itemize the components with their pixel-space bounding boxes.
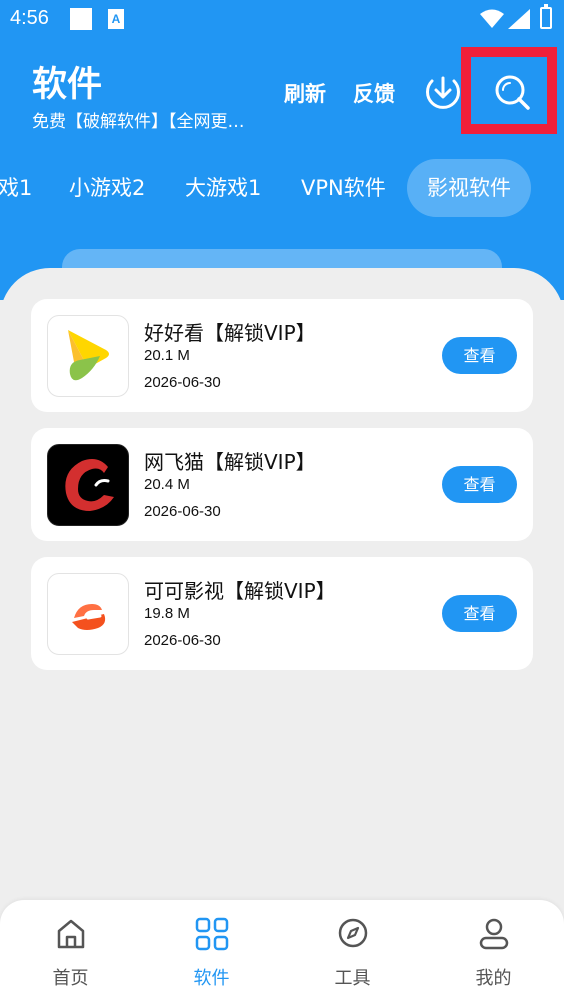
- nav-item-software[interactable]: 软件: [141, 900, 282, 1004]
- app-header: 4:56 A 软件 免费【破解软件】【全网更… 刷新 反馈 戏1 小游戏2 大游…: [0, 0, 564, 300]
- app-date: 2026-06-30: [144, 632, 221, 649]
- app-icon: [47, 444, 129, 526]
- search-button[interactable]: [461, 47, 557, 134]
- list-item[interactable]: 好好看【解锁VIP】 20.1 M 2026-06-30 查看: [31, 299, 533, 412]
- app-name: 好好看【解锁VIP】: [144, 321, 316, 345]
- view-button[interactable]: 查看: [442, 595, 517, 632]
- app-list: 好好看【解锁VIP】 20.1 M 2026-06-30 查看 网飞猫【解锁VI…: [0, 268, 564, 900]
- nav-label-software: 软件: [193, 968, 230, 989]
- nav-label-tools: 工具: [334, 968, 371, 989]
- user-icon: [479, 918, 508, 950]
- wifi-icon: [480, 9, 504, 28]
- app-icon: [47, 315, 129, 397]
- notification-app-icon: A: [108, 9, 124, 29]
- page-title: 软件: [32, 65, 103, 105]
- tab-big-game-1[interactable]: 大游戏1: [185, 159, 261, 217]
- app-date: 2026-06-30: [144, 503, 221, 520]
- status-bar: 4:56 A: [0, 0, 564, 38]
- notification-square-icon: [70, 8, 92, 30]
- nav-label-mine: 我的: [475, 968, 512, 989]
- feedback-button[interactable]: 反馈: [353, 78, 395, 108]
- download-button[interactable]: [423, 71, 463, 111]
- bottom-navigation: 首页 软件 工具 我的: [0, 900, 564, 1004]
- grid-icon: [195, 917, 228, 951]
- list-item[interactable]: 可可影视【解锁VIP】 19.8 M 2026-06-30 查看: [31, 557, 533, 670]
- tab-mini-game-2[interactable]: 小游戏2: [69, 159, 145, 217]
- swirl-logo-icon: [72, 604, 106, 630]
- view-button[interactable]: 查看: [442, 466, 517, 503]
- compass-icon: [338, 918, 367, 948]
- tab-game-1[interactable]: 戏1: [0, 159, 32, 217]
- page-subtitle: 免费【破解软件】【全网更…: [32, 112, 245, 132]
- tab-vpn-software[interactable]: VPN软件: [301, 159, 386, 217]
- app-size: 20.1 M: [144, 347, 190, 364]
- view-button[interactable]: 查看: [442, 337, 517, 374]
- app-size: 19.8 M: [144, 605, 190, 622]
- tab-video-software[interactable]: 影视软件: [407, 159, 531, 217]
- home-icon: [57, 919, 84, 949]
- signal-icon: [508, 9, 530, 29]
- app-name: 网飞猫【解锁VIP】: [144, 450, 316, 474]
- nav-item-mine[interactable]: 我的: [423, 900, 564, 1004]
- battery-icon: [540, 4, 552, 29]
- play-logo-icon: [68, 330, 109, 381]
- category-tabs: 戏1 小游戏2 大游戏1 VPN软件 影视软件: [0, 159, 564, 217]
- nav-item-home[interactable]: 首页: [0, 900, 141, 1004]
- app-icon: [47, 573, 129, 655]
- nav-label-home: 首页: [52, 968, 89, 989]
- list-item[interactable]: 网飞猫【解锁VIP】 20.4 M 2026-06-30 查看: [31, 428, 533, 541]
- status-time: 4:56: [10, 7, 49, 29]
- c-logo-icon: [65, 459, 114, 511]
- app-size: 20.4 M: [144, 476, 190, 493]
- nav-item-tools[interactable]: 工具: [282, 900, 423, 1004]
- refresh-button[interactable]: 刷新: [284, 78, 326, 108]
- search-icon: [495, 75, 530, 110]
- download-icon: [426, 76, 460, 109]
- app-date: 2026-06-30: [144, 374, 221, 391]
- app-name: 可可影视【解锁VIP】: [144, 579, 336, 603]
